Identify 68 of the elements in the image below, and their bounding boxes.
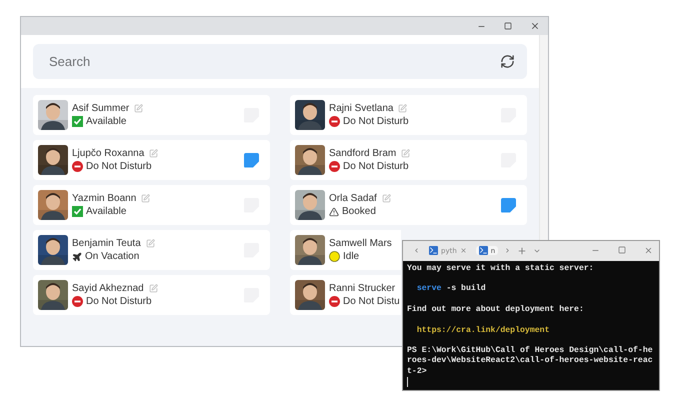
terminal-line: Find out more about deployment here: <box>407 304 585 316</box>
search-field[interactable]: Search <box>33 44 527 79</box>
contact-card[interactable]: Sayid Akheznad Do Not Disturb <box>33 275 270 315</box>
terminal-line: PS E:\Work\GitHub\Call of Heroes Design\call-of-he <box>407 346 654 356</box>
status-label: Idle <box>343 251 360 262</box>
scroll-left-icon[interactable] <box>413 247 420 254</box>
contact-card[interactable]: Rajni Svetlana Do Not Disturb <box>290 95 527 135</box>
idle-icon <box>329 251 340 262</box>
contact-card[interactable]: Benjamin Teuta On Vacation <box>33 230 270 270</box>
contact-card[interactable]: Orla Sadaf Booked <box>290 185 527 225</box>
edit-icon[interactable] <box>146 239 155 248</box>
contact-name: Sandford Bram <box>329 148 396 159</box>
status-label: On Vacation <box>85 251 140 262</box>
do-not-disturb-icon <box>329 296 340 307</box>
status-label: Do Not Disturb <box>343 161 409 172</box>
contact-name: Sayid Akheznad <box>72 283 144 294</box>
do-not-disturb-icon <box>329 116 340 127</box>
do-not-disturb-icon <box>72 161 83 172</box>
powershell-icon <box>478 246 488 256</box>
edit-icon[interactable] <box>148 284 158 293</box>
contact-card[interactable]: Samwell Mars Idle <box>290 230 401 270</box>
note-icon[interactable] <box>501 198 516 212</box>
maximize-icon[interactable] <box>504 22 512 30</box>
status-label: Booked <box>342 206 376 217</box>
contact-name: Ljupčo Roxanna <box>72 148 144 159</box>
edit-icon[interactable] <box>398 104 408 113</box>
terminal-line: roes-dev\WebsiteReact2\call-of-heroes-website-reac <box>407 356 654 367</box>
check-icon <box>72 206 83 217</box>
scroll-right-icon[interactable] <box>504 247 512 254</box>
edit-icon[interactable] <box>401 149 410 158</box>
edit-icon[interactable] <box>382 194 391 203</box>
text-cursor <box>407 377 408 387</box>
note-icon[interactable] <box>244 152 259 168</box>
contact-card[interactable]: Ranni Strucker Do Not Distu <box>290 275 401 315</box>
edit-icon[interactable] <box>141 194 150 203</box>
contact-name: Asif Summer <box>72 103 130 114</box>
refresh-icon[interactable] <box>500 54 515 69</box>
maximize-icon[interactable] <box>618 246 626 254</box>
contact-name: Benjamin Teuta <box>72 238 141 249</box>
status-label: Available <box>86 116 126 127</box>
status-label: Do Not Distu <box>343 296 400 307</box>
close-icon[interactable] <box>644 246 653 256</box>
contact-card[interactable]: Asif Summer Available <box>33 95 270 135</box>
contact-name: Orla Sadaf <box>329 193 377 204</box>
powershell-icon <box>429 246 438 256</box>
contact-card[interactable]: Sandford Bram Do Not Disturb <box>290 140 527 180</box>
warning-icon <box>329 206 339 216</box>
contact-name: Ranni Strucker <box>329 283 396 294</box>
contact-name: Rajni Svetlana <box>329 103 394 114</box>
do-not-disturb-icon <box>329 161 340 172</box>
status-label: Do Not Disturb <box>343 116 409 127</box>
terminal-line: t-2> <box>407 366 428 377</box>
plane-icon <box>72 252 82 262</box>
edit-icon[interactable] <box>149 149 158 158</box>
terminal-line: You may serve it with a static server: <box>407 264 595 274</box>
status-label: Do Not Disturb <box>86 161 152 172</box>
status-label: Do Not Disturb <box>86 296 152 307</box>
contact-card[interactable]: Yazmin Boann Available <box>33 185 270 225</box>
contact-name: Samwell Mars <box>329 238 392 249</box>
edit-icon[interactable] <box>134 104 144 113</box>
check-icon <box>72 116 83 127</box>
new-tab-icon[interactable] <box>517 246 528 256</box>
status-label: Available <box>86 206 126 217</box>
terminal-command: serve -s build <box>416 284 487 295</box>
do-not-disturb-icon <box>72 296 83 307</box>
contact-card[interactable]: Ljupčo Roxanna Do Not Disturb <box>33 140 270 180</box>
close-icon[interactable] <box>530 21 540 31</box>
contact-name: Yazmin Boann <box>72 193 136 204</box>
